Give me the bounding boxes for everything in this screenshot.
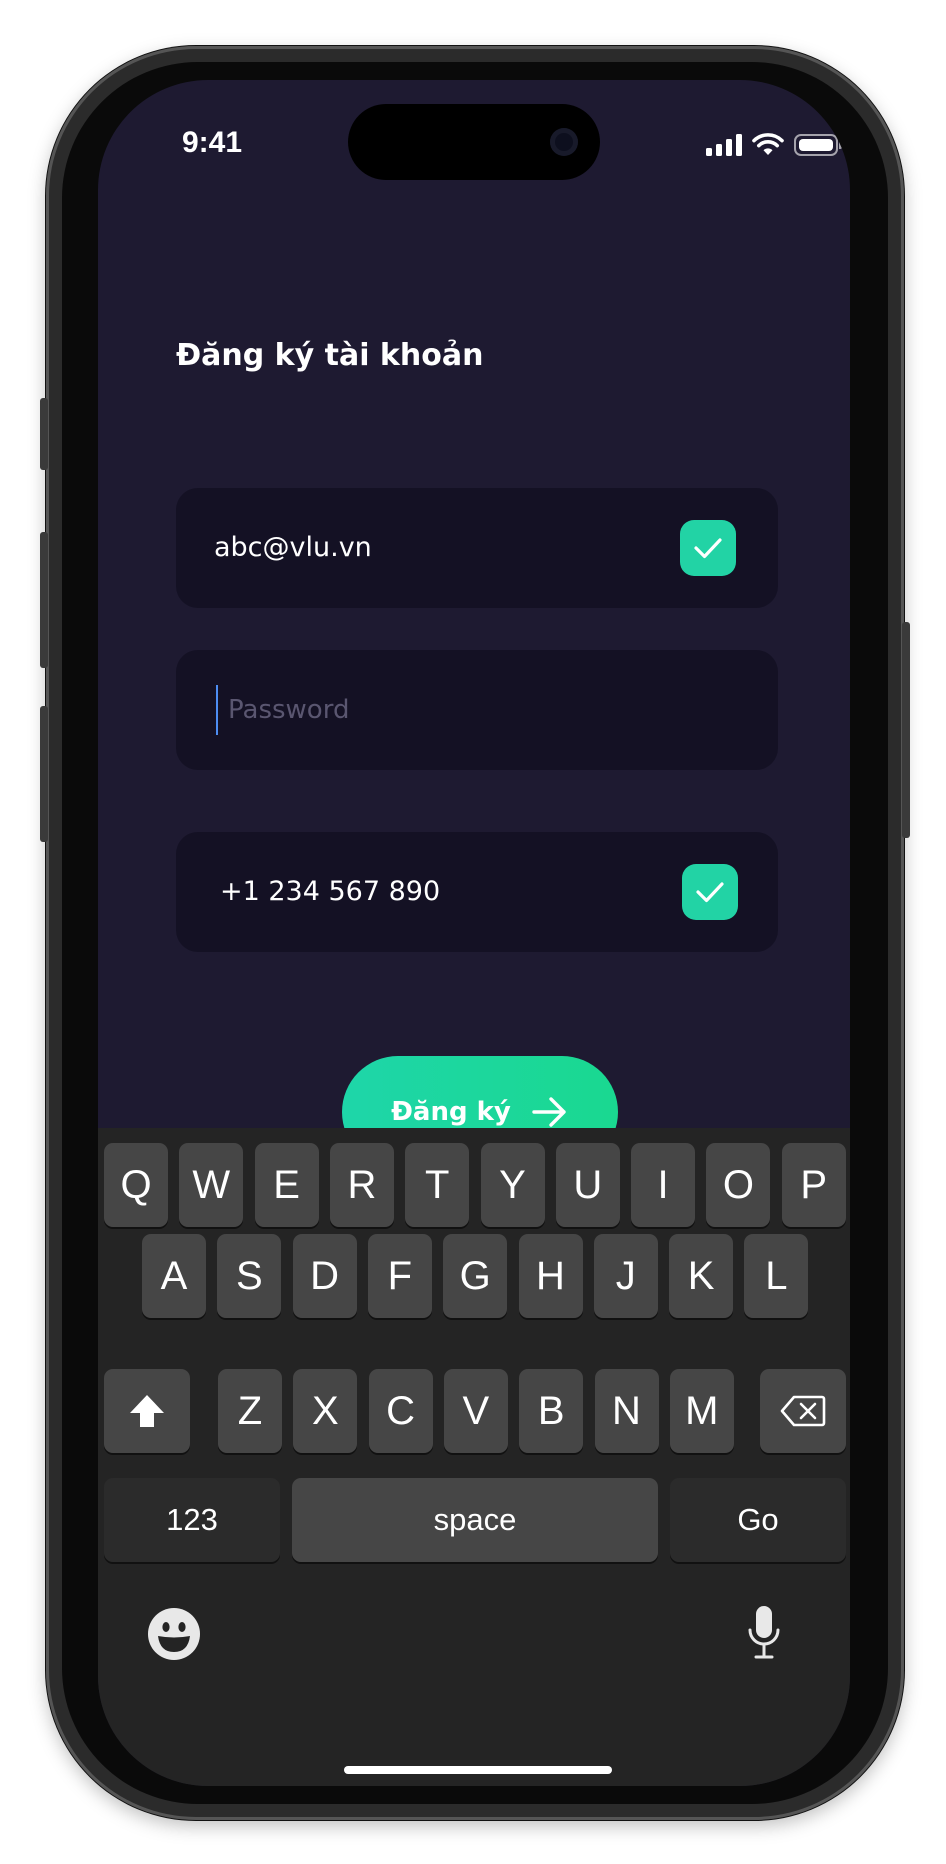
go-key[interactable]: Go bbox=[670, 1478, 846, 1562]
backspace-icon bbox=[780, 1395, 826, 1427]
key-y[interactable]: Y bbox=[480, 1143, 545, 1227]
password-input[interactable] bbox=[216, 685, 708, 735]
email-field[interactable]: abc@vlu.vn bbox=[176, 488, 778, 608]
page-title: Đăng ký tài khoản bbox=[176, 338, 484, 373]
key-v[interactable]: V bbox=[443, 1369, 508, 1453]
key-b[interactable]: B bbox=[519, 1369, 584, 1453]
camera-icon bbox=[550, 128, 578, 156]
key-a[interactable]: A bbox=[142, 1234, 206, 1318]
key-i[interactable]: I bbox=[631, 1143, 696, 1227]
key-l[interactable]: L bbox=[744, 1234, 809, 1318]
key-f[interactable]: F bbox=[367, 1234, 432, 1318]
phone-value: +1 234 567 890 bbox=[220, 876, 441, 907]
status-icons bbox=[706, 132, 842, 158]
key-g[interactable]: G bbox=[443, 1234, 508, 1318]
key-w[interactable]: W bbox=[179, 1143, 244, 1227]
action-button bbox=[40, 398, 48, 470]
key-u[interactable]: U bbox=[555, 1143, 620, 1227]
microphone-icon[interactable] bbox=[746, 1604, 782, 1664]
emoji-icon[interactable] bbox=[146, 1606, 202, 1662]
keyboard: QWERTYUIOP ASDFGHJKL ZXCVBNM 123 space G… bbox=[98, 1128, 850, 1786]
email-valid-check bbox=[680, 520, 736, 576]
phone-valid-check bbox=[682, 864, 738, 920]
key-m[interactable]: M bbox=[669, 1369, 734, 1453]
wifi-icon bbox=[752, 133, 784, 155]
key-s[interactable]: S bbox=[217, 1234, 282, 1318]
shift-icon bbox=[130, 1395, 164, 1427]
status-time: 9:41 bbox=[182, 126, 243, 159]
key-r[interactable]: R bbox=[329, 1143, 394, 1227]
email-value: abc@vlu.vn bbox=[214, 532, 372, 563]
key-z[interactable]: Z bbox=[218, 1369, 282, 1453]
battery-icon bbox=[794, 134, 842, 156]
arrow-right-icon bbox=[532, 1097, 566, 1127]
key-t[interactable]: T bbox=[405, 1143, 470, 1227]
signal-icon bbox=[706, 134, 742, 156]
phone-field[interactable]: +1 234 567 890 bbox=[176, 832, 778, 952]
power-button bbox=[902, 622, 910, 838]
volume-up-button bbox=[40, 532, 48, 668]
numbers-key[interactable]: 123 bbox=[104, 1478, 280, 1562]
app-screen: 9:41 Đăng ký tài khoản abc@vlu.vn +1 234… bbox=[98, 80, 850, 1786]
checkmark-icon bbox=[694, 538, 722, 559]
shift-key[interactable] bbox=[104, 1369, 190, 1453]
checkmark-icon bbox=[696, 882, 724, 903]
key-k[interactable]: K bbox=[669, 1234, 734, 1318]
backspace-key[interactable] bbox=[760, 1369, 846, 1453]
key-c[interactable]: C bbox=[368, 1369, 433, 1453]
key-d[interactable]: D bbox=[292, 1234, 357, 1318]
space-key[interactable]: space bbox=[292, 1478, 658, 1562]
home-indicator bbox=[344, 1766, 612, 1774]
key-e[interactable]: E bbox=[254, 1143, 319, 1227]
key-q[interactable]: Q bbox=[104, 1143, 168, 1227]
key-n[interactable]: N bbox=[594, 1369, 659, 1453]
dynamic-island bbox=[348, 104, 600, 180]
key-p[interactable]: P bbox=[781, 1143, 846, 1227]
key-o[interactable]: O bbox=[706, 1143, 771, 1227]
volume-down-button bbox=[40, 706, 48, 842]
key-j[interactable]: J bbox=[593, 1234, 658, 1318]
register-button-label: Đăng ký bbox=[391, 1097, 511, 1127]
password-field[interactable] bbox=[176, 650, 778, 770]
key-x[interactable]: X bbox=[293, 1369, 358, 1453]
key-h[interactable]: H bbox=[518, 1234, 583, 1318]
